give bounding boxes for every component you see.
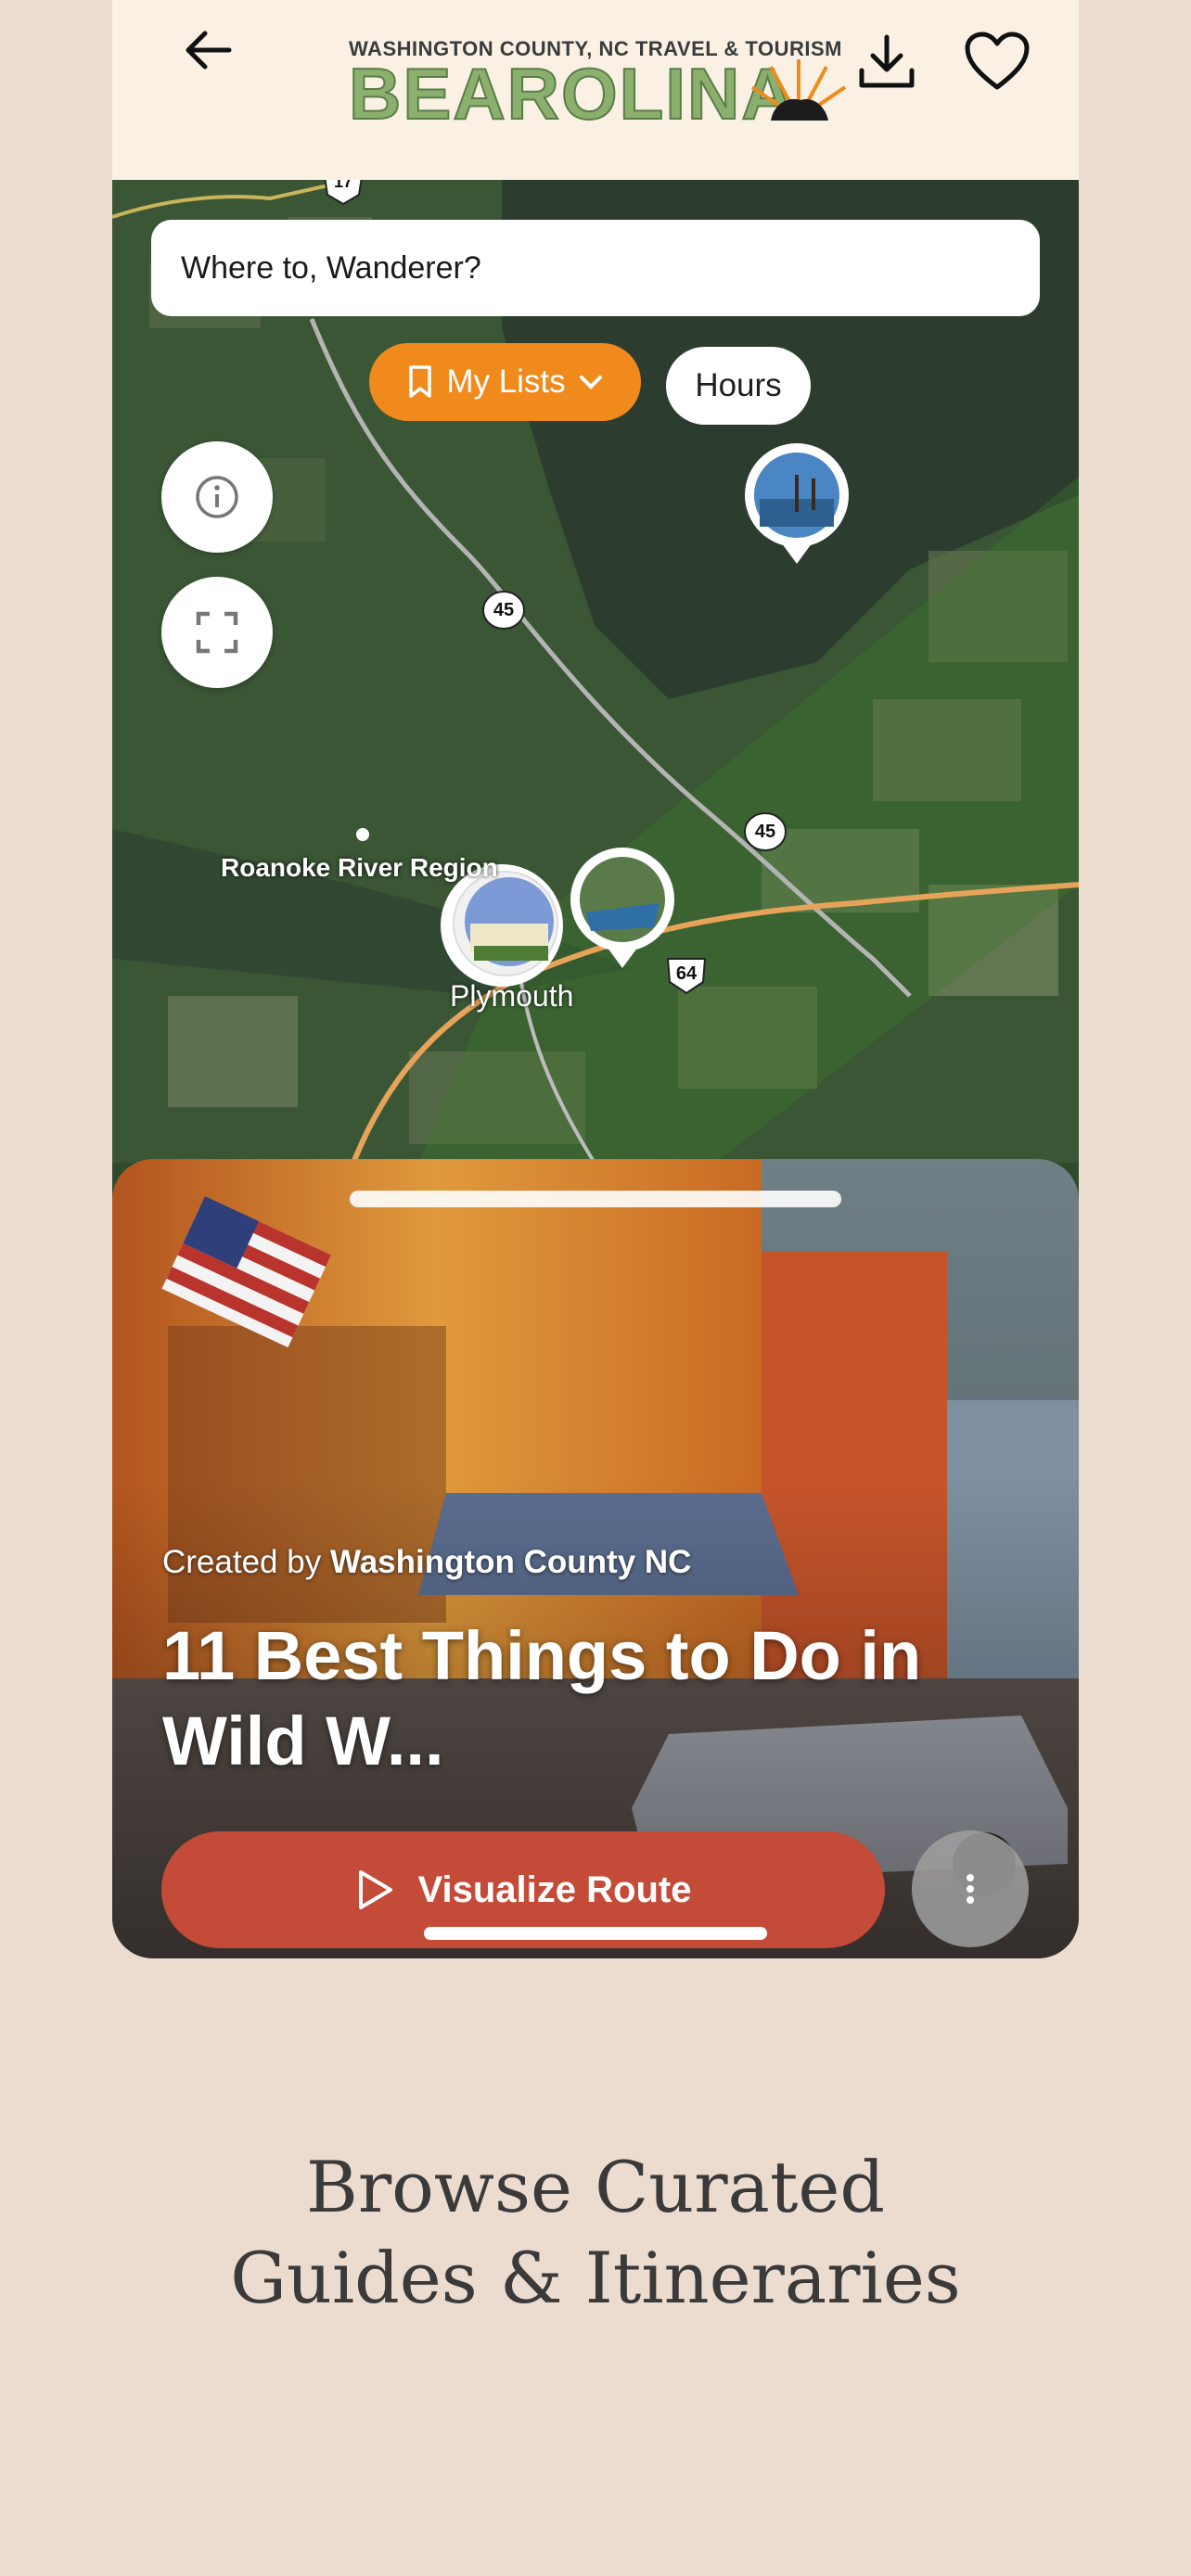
chevron-down-icon	[579, 376, 602, 389]
my-lists-button[interactable]: My Lists	[369, 343, 641, 421]
marketing-caption: Browse Curated Guides & Itineraries	[0, 2142, 1191, 2324]
route-shield-45b: 45	[744, 812, 787, 851]
more-options-icon[interactable]	[912, 1830, 1029, 1947]
route-shield-45: 45	[482, 591, 525, 630]
town-label: Plymouth	[450, 979, 574, 1013]
hours-filter-button[interactable]: Hours	[666, 347, 811, 425]
play-icon	[358, 1870, 392, 1909]
creator-line: Created by Washington County NC	[162, 1544, 691, 1581]
search-input[interactable]: Where to, Wanderer?	[151, 220, 1040, 316]
bearolina-logo: WASHINGTON COUNTY, NC TRAVEL & TOURISM B…	[348, 37, 850, 134]
logo-wordmark: BEAROLINA	[348, 53, 796, 134]
info-icon[interactable]	[161, 441, 273, 553]
caption-line-2: Guides & Itineraries	[230, 2237, 961, 2319]
heart-icon[interactable]	[954, 19, 1040, 104]
fullscreen-icon[interactable]	[161, 577, 273, 688]
map-view[interactable]	[112, 178, 1079, 1165]
my-lists-label: My Lists	[446, 363, 566, 400]
caption-line-1: Browse Curated	[305, 2146, 886, 2228]
download-icon[interactable]	[845, 20, 928, 104]
region-label: Roanoke River Region	[221, 853, 498, 882]
visualize-route-label: Visualize Route	[417, 1868, 692, 1910]
home-indicator	[424, 1927, 767, 1940]
sun-bear-icon	[743, 54, 854, 128]
created-by-prefix: Created by	[162, 1544, 322, 1580]
satellite-map[interactable]	[112, 178, 1079, 1165]
map-pin-lake[interactable]	[743, 443, 851, 570]
creator-name[interactable]: Washington County NC	[330, 1544, 691, 1580]
guide-title: 11 Best Things to Do in Wild W...	[162, 1617, 922, 1779]
bookmark-icon	[409, 365, 432, 398]
guide-card[interactable]: Created by Washington County NC 11 Best …	[112, 1159, 1079, 1958]
app-screen: 17 45 45 64 WASHINGTON COUNTY, NC TRAVEL…	[112, 0, 1079, 1958]
map-pin-boat[interactable]	[569, 848, 676, 975]
app-header: WASHINGTON COUNTY, NC TRAVEL & TOURISM B…	[112, 0, 1079, 180]
drag-handle[interactable]	[350, 1191, 841, 1207]
back-arrow-icon[interactable]	[170, 11, 248, 89]
